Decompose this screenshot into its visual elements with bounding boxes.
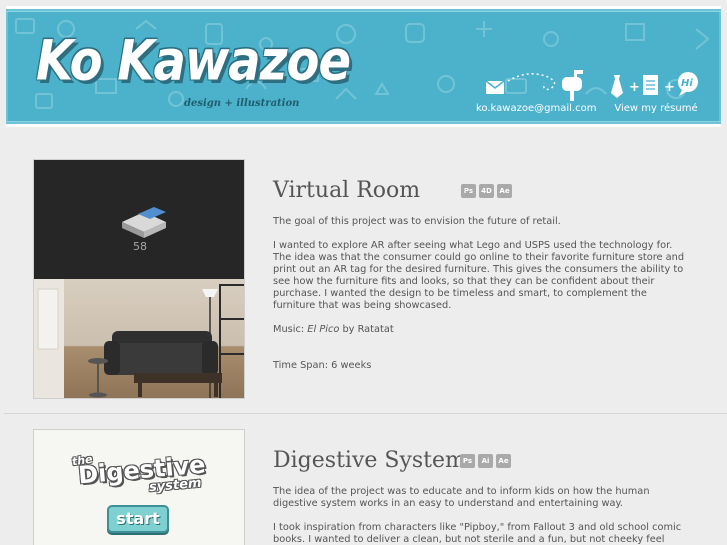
project-description: The goal of this project was to envision… [273, 216, 688, 384]
logo-name: Ko Kawazoe [36, 28, 351, 94]
illustrator-badge: Ai [478, 454, 493, 468]
thumb-title-sub: system [148, 475, 203, 496]
photoshop-badge: Ps [461, 184, 476, 198]
site-header: Ko Kawazoe design + illustration ko.kawa… [0, 0, 727, 133]
photoshop-badge: Ps [460, 454, 475, 468]
email-label: ko.kawazoe@gmail.com [476, 103, 597, 114]
description-paragraph: The goal of this project was to envision… [273, 216, 561, 227]
thumb-counter: 58 [133, 240, 147, 253]
time-span: Time Span: 6 weeks [273, 360, 372, 371]
music-suffix: by Ratatat [339, 324, 394, 335]
plus-icon: + [629, 80, 640, 95]
project-title[interactable]: Virtual Room [273, 178, 420, 203]
necktie-icon [611, 75, 623, 98]
plus-icon: + [664, 80, 675, 95]
cinema4d-badge: 4D [479, 184, 494, 198]
after-effects-badge: Ae [496, 454, 511, 468]
start-button[interactable]: start [107, 505, 169, 533]
description-paragraph: I wanted to explore AR after seeing what… [273, 240, 685, 311]
tool-badges: Ps 4D Ae [461, 184, 512, 198]
email-icons [476, 67, 596, 101]
music-title: El Pico [307, 324, 340, 335]
project-description: The idea of the project was to educate a… [273, 486, 688, 545]
logo-tagline: design + illustration [184, 98, 300, 109]
project-thumbnail[interactable]: the Digestive system start [33, 429, 245, 545]
email-link[interactable]: ko.kawazoe@gmail.com [476, 67, 596, 114]
resume-label: View my résumé [614, 103, 698, 114]
project-divider [4, 413, 727, 414]
resume-link[interactable]: + + Hi View my résumé [596, 67, 716, 114]
envelope-icon [485, 80, 505, 94]
header-banner: Ko Kawazoe design + illustration ko.kawa… [6, 6, 721, 127]
project-title[interactable]: Digestive System [273, 448, 466, 473]
hi-speech-bubble-icon: Hi [678, 72, 698, 96]
after-effects-badge: Ae [497, 184, 512, 198]
room-photo [34, 279, 244, 398]
music-credit: Music: El Pico by Ratatat [273, 324, 688, 336]
description-paragraph: The idea of the project was to educate a… [273, 486, 650, 509]
tool-badges: Ps Ai Ae [460, 454, 511, 468]
ar-logo-icon [122, 207, 166, 238]
dotted-path-icon [507, 73, 556, 91]
resume-icons: + + Hi [596, 67, 716, 101]
mailbox-icon [562, 70, 583, 101]
page: Ko Kawazoe design + illustration ko.kawa… [0, 0, 727, 545]
project-thumbnail[interactable]: 58 [33, 159, 245, 399]
logo[interactable]: Ko Kawazoe design + illustration [36, 31, 351, 109]
ar-tag-panel: 58 [34, 160, 244, 279]
svg-text:Hi: Hi [681, 78, 693, 89]
description-paragraph: I took inspiration from characters like … [273, 522, 682, 545]
document-icon [643, 75, 658, 95]
music-prefix: Music: [273, 324, 308, 335]
